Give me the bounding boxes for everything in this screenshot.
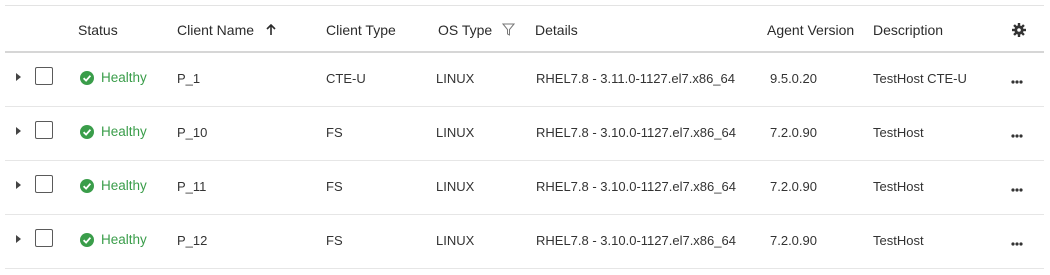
column-header-client-type[interactable]: Client Type [326, 22, 396, 38]
check-circle-icon [80, 232, 94, 247]
status-text: Healthy [101, 178, 147, 193]
status-text: Healthy [101, 232, 147, 247]
table-header: Status Client Name Client Type OS Type D… [5, 5, 1044, 53]
more-options-icon[interactable] [1011, 180, 1023, 195]
description: TestHost [873, 179, 924, 194]
column-header-os-type[interactable]: OS Type [438, 22, 516, 39]
column-header-details[interactable]: Details [535, 22, 578, 38]
status-cell: Healthy [80, 124, 147, 139]
check-circle-icon [80, 178, 94, 193]
gear-icon[interactable] [1012, 23, 1026, 40]
client-name-link[interactable]: P_1 [177, 71, 200, 86]
more-options-icon[interactable] [1011, 72, 1023, 87]
description: TestHost [873, 233, 924, 248]
table-row[interactable]: Healthy P_11 FS LINUX RHEL7.8 - 3.10.0-1… [5, 161, 1044, 215]
row-checkbox[interactable] [35, 229, 53, 247]
status-text: Healthy [101, 70, 147, 85]
details: RHEL7.8 - 3.10.0-1127.el7.x86_64 [536, 233, 736, 248]
status-cell: Healthy [80, 178, 147, 193]
check-circle-icon [80, 70, 94, 85]
table-row[interactable]: Healthy P_12 FS LINUX RHEL7.8 - 3.10.0-1… [5, 215, 1044, 269]
os-type: LINUX [436, 233, 475, 248]
column-header-description[interactable]: Description [873, 22, 943, 38]
status-cell: Healthy [80, 70, 147, 85]
column-header-client-name-label: Client Name [177, 22, 255, 38]
details: RHEL7.8 - 3.10.0-1127.el7.x86_64 [536, 125, 736, 140]
client-name-link[interactable]: P_11 [177, 179, 206, 194]
column-header-agent-version[interactable]: Agent Version [767, 22, 854, 38]
details: RHEL7.8 - 3.11.0-1127.el7.x86_64 [536, 71, 735, 86]
table-row[interactable]: Healthy P_10 FS LINUX RHEL7.8 - 3.10.0-1… [5, 107, 1044, 161]
row-checkbox[interactable] [35, 121, 53, 139]
details: RHEL7.8 - 3.10.0-1127.el7.x86_64 [536, 179, 736, 194]
os-type: LINUX [436, 179, 475, 194]
expand-caret-icon[interactable] [15, 124, 23, 135]
client-name-link[interactable]: P_12 [177, 233, 207, 248]
expand-caret-icon[interactable] [15, 70, 23, 81]
column-header-client-name[interactable]: Client Name [177, 22, 276, 39]
description: TestHost [873, 125, 924, 140]
expand-caret-icon[interactable] [15, 232, 23, 243]
client-name-link[interactable]: P_10 [177, 125, 207, 140]
more-options-icon[interactable] [1011, 126, 1023, 141]
os-type: LINUX [436, 71, 475, 86]
agent-version: 7.2.0.90 [770, 125, 817, 140]
column-header-status[interactable]: Status [78, 22, 118, 38]
status-text: Healthy [101, 124, 147, 139]
filter-icon[interactable] [502, 23, 516, 39]
client-type: FS [326, 233, 343, 248]
client-type: FS [326, 125, 343, 140]
clients-table: Status Client Name Client Type OS Type D… [5, 5, 1044, 269]
agent-version: 9.5.0.20 [770, 71, 817, 86]
client-type: FS [326, 179, 343, 194]
agent-version: 7.2.0.90 [770, 179, 817, 194]
client-type: CTE-U [326, 71, 366, 86]
more-options-icon[interactable] [1011, 234, 1023, 249]
os-type: LINUX [436, 125, 475, 140]
row-checkbox[interactable] [35, 175, 53, 193]
row-checkbox[interactable] [35, 67, 53, 85]
table-row[interactable]: Healthy P_1 CTE-U LINUX RHEL7.8 - 3.11.0… [5, 53, 1044, 107]
description: TestHost CTE-U [873, 71, 967, 86]
status-cell: Healthy [80, 232, 147, 247]
check-circle-icon [80, 124, 94, 139]
sort-ascending-icon[interactable] [266, 23, 276, 39]
agent-version: 7.2.0.90 [770, 233, 817, 248]
column-header-os-type-label: OS Type [438, 22, 493, 38]
expand-caret-icon[interactable] [15, 178, 23, 189]
